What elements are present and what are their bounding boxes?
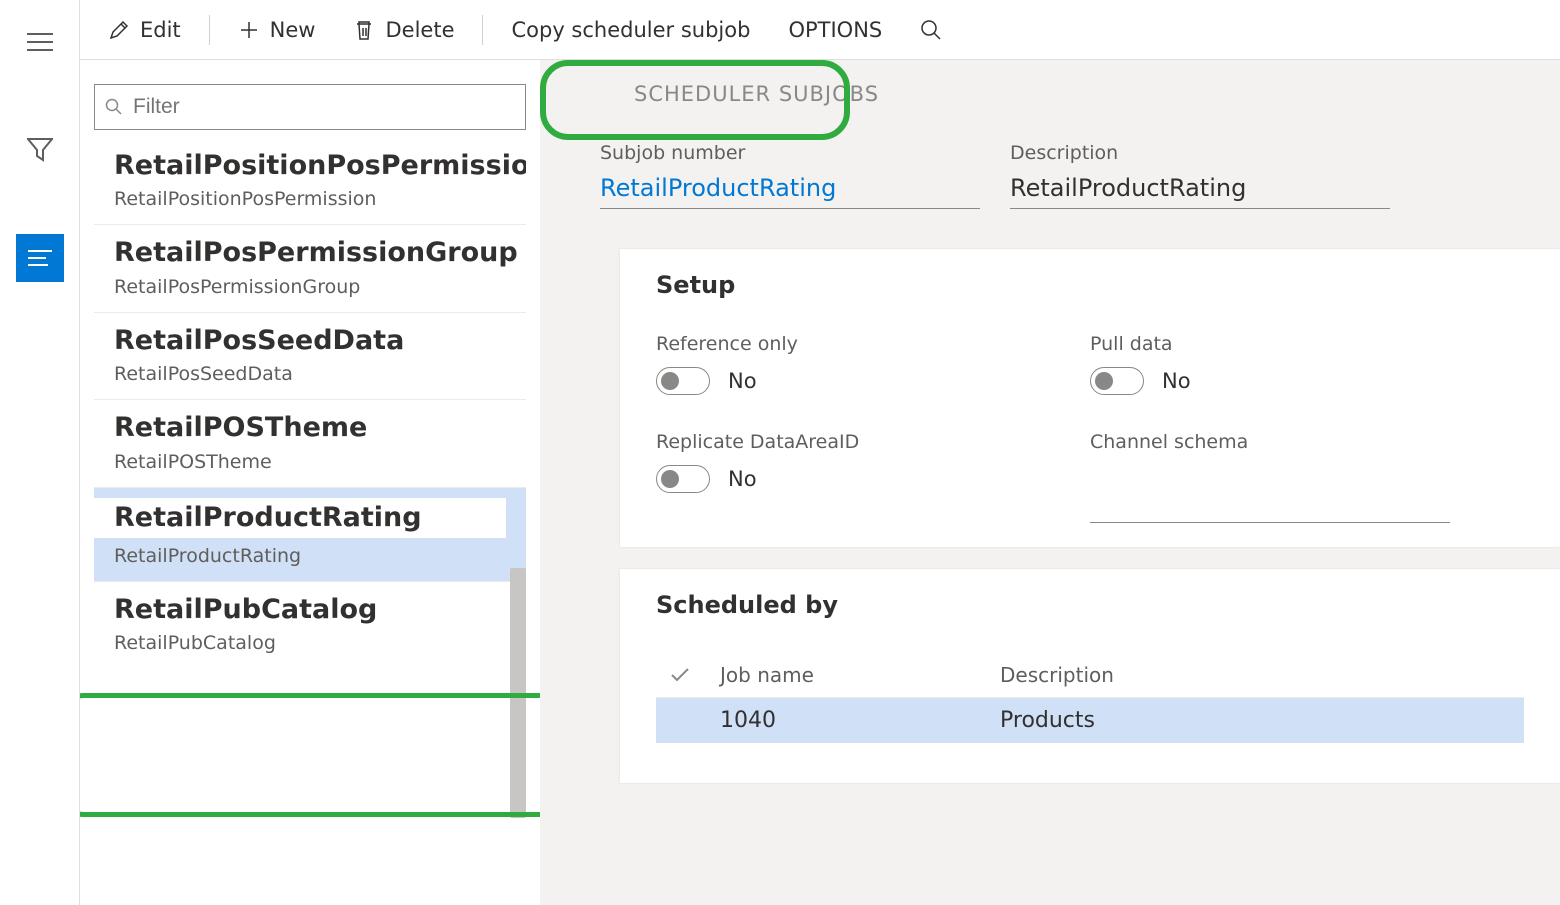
trash-icon [353,19,375,41]
reference-only-toggle[interactable] [656,367,710,395]
cell-description: Products [1000,708,1510,733]
options-label: OPTIONS [788,18,882,42]
search-icon [920,19,942,41]
subjob-number-field: Subjob number RetailProductRating [600,142,980,209]
table-row[interactable]: 1040 Products [656,698,1524,743]
separator [209,15,210,45]
list-item-subtitle: RetailPubCatalog [114,632,506,654]
left-rail [0,0,80,905]
edit-label: Edit [140,18,181,42]
field-label: Replicate DataAreaID [656,431,1090,453]
new-label: New [270,18,316,42]
list-item-title: RetailProductRating [114,502,506,534]
scrollbar[interactable] [510,568,526,818]
record-list: RetailPositionPosPermission RetailPositi… [94,138,526,905]
list-item[interactable]: RetailPosPermissionGroup RetailPosPermis… [94,225,526,312]
list-item-title: RetailPubCatalog [114,594,506,626]
field-label: Subjob number [600,142,980,164]
list-item[interactable]: RetailPosSeedData RetailPosSeedData [94,313,526,400]
filter-icon[interactable] [16,126,64,174]
record-list-pane: RetailPositionPosPermission RetailPositi… [80,60,540,905]
list-item-subtitle: RetailProductRating [94,545,506,567]
plus-icon [238,19,260,41]
reference-only-field: Reference only No [656,333,1090,395]
lines-icon[interactable] [16,234,64,282]
list-item-subtitle: RetailPosSeedData [114,363,506,385]
delete-button[interactable]: Delete [343,13,464,47]
description-value[interactable]: RetailProductRating [1010,174,1390,209]
delete-label: Delete [385,18,454,42]
subjob-number-value[interactable]: RetailProductRating [600,174,980,209]
replicate-toggle[interactable] [656,465,710,493]
section-header: SCHEDULER SUBJOBS [600,82,1560,106]
detail-pane: SCHEDULER SUBJOBS Subjob number RetailPr… [540,60,1560,905]
copy-label: Copy scheduler subjob [511,18,750,42]
field-label: Pull data [1090,333,1524,355]
setup-heading: Setup [656,271,1524,299]
description-field: Description RetailProductRating [1010,142,1390,209]
list-item[interactable]: RetailPubCatalog RetailPubCatalog [94,582,526,668]
channel-schema-field: Channel schema [1090,431,1524,523]
list-item-title: RetailPosSeedData [114,325,506,357]
cell-job-name: 1040 [720,708,1000,733]
list-item-title: RetailPosPermissionGroup [114,237,506,269]
filter-input[interactable] [133,95,515,119]
copy-subjob-button[interactable]: Copy scheduler subjob [501,13,760,47]
col-job-name[interactable]: Job name [720,663,1000,687]
pull-data-field: Pull data No [1090,333,1524,395]
toggle-value: No [728,369,757,393]
edit-button[interactable]: Edit [98,13,191,47]
list-item-title: RetailPOSTheme [114,412,506,444]
hamburger-icon[interactable] [16,18,64,66]
list-item-title: RetailPositionPosPermission [114,150,506,182]
scheduled-by-table: Job name Description 1040 Products [656,653,1524,743]
list-item-selected[interactable]: RetailProductRating RetailProductRating [94,488,526,582]
list-item-subtitle: RetailPosPermissionGroup [114,276,506,298]
toggle-value: No [1162,369,1191,393]
list-item[interactable]: RetailPOSTheme RetailPOSTheme [94,400,526,487]
list-item[interactable]: RetailPositionPosPermission RetailPositi… [94,138,526,225]
channel-schema-input[interactable] [1090,493,1450,523]
list-item-subtitle: RetailPOSTheme [114,451,506,473]
search-button[interactable] [910,14,952,46]
separator [482,15,483,45]
scheduled-by-heading: Scheduled by [656,591,1524,619]
field-label: Description [1010,142,1390,164]
pencil-icon [108,19,130,41]
field-label: Reference only [656,333,1090,355]
options-button[interactable]: OPTIONS [778,13,892,47]
toggle-value: No [728,467,757,491]
list-item-subtitle: RetailPositionPosPermission [114,188,506,210]
filter-box[interactable] [94,84,526,130]
new-button[interactable]: New [228,13,326,47]
replicate-field: Replicate DataAreaID No [656,431,1090,523]
check-icon[interactable] [670,667,720,683]
pull-data-toggle[interactable] [1090,367,1144,395]
scheduled-by-card: Scheduled by Job name Description 1040 P… [620,569,1560,783]
setup-card: Setup Reference only No Pull data No [620,249,1560,547]
action-toolbar: Edit New Delete Copy scheduler subjob OP… [80,0,1560,60]
field-label: Channel schema [1090,431,1524,453]
search-icon [105,98,123,116]
col-description[interactable]: Description [1000,663,1510,687]
table-header-row: Job name Description [656,653,1524,698]
